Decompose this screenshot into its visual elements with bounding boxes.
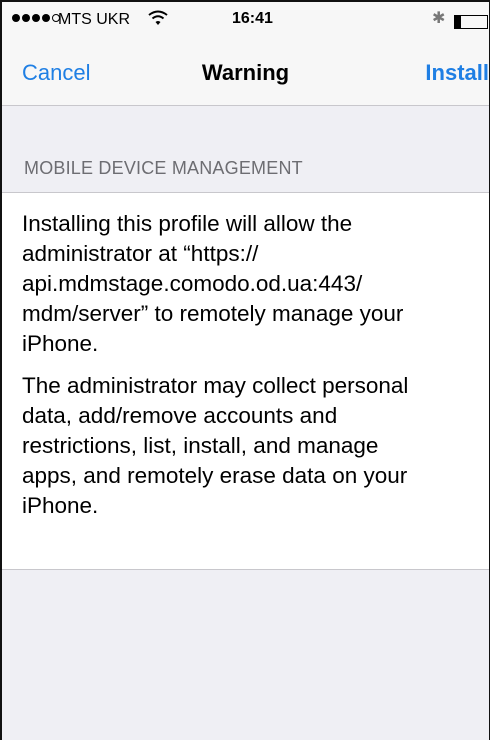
warning-paragraph-capabilities: The administrator may collect personal d… <box>22 373 409 518</box>
warning-message-cell: Installing this profile will allow the a… <box>2 192 489 570</box>
section-header: MOBILE DEVICE MANAGEMENT <box>24 158 303 178</box>
warning-paragraph-install: Installing this profile will allow the a… <box>22 211 404 356</box>
status-bar: MTS UKR 16:41 ✱ <box>2 0 489 40</box>
signal-dot <box>22 14 30 22</box>
battery-fill <box>455 16 462 28</box>
wifi-icon <box>148 10 168 25</box>
carrier-name: MTS UKR <box>58 11 130 28</box>
install-button[interactable]: Install <box>425 60 489 86</box>
bluetooth-icon: ✱ <box>432 10 446 27</box>
status-time: 16:41 <box>232 10 273 27</box>
signal-dot <box>42 14 50 22</box>
phone-screen: MTS UKR 16:41 ✱ Cancel Warning Install M… <box>0 0 490 740</box>
signal-dot <box>32 14 40 22</box>
battery-icon <box>454 15 488 29</box>
navigation-bar: Cancel Warning Install <box>2 40 489 106</box>
signal-dots-icon <box>12 14 60 22</box>
nav-title: Warning <box>201 60 290 85</box>
signal-dot <box>12 14 20 22</box>
